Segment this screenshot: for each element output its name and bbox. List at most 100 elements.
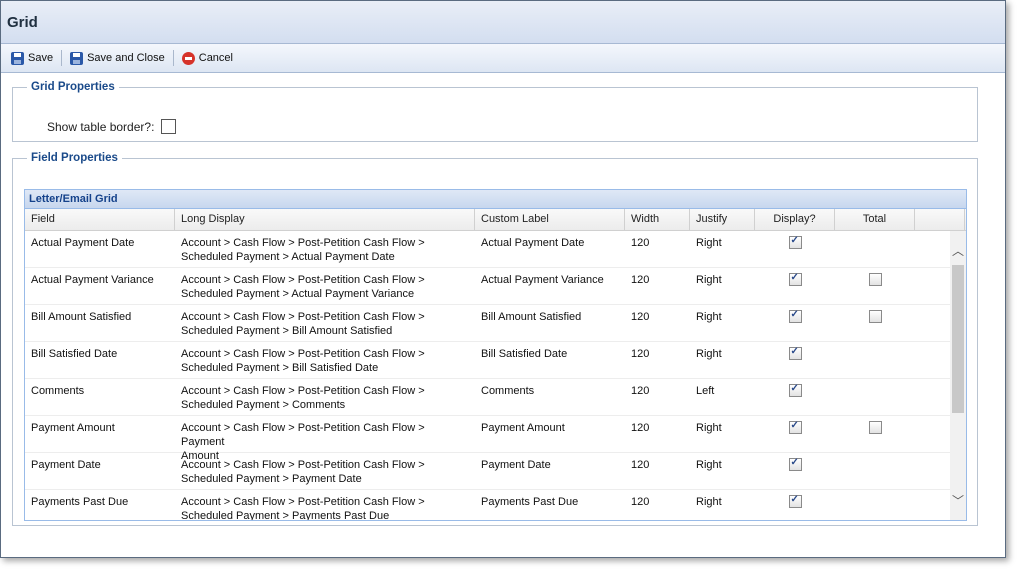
- grid-header: Field Long Display Custom Label Width Ju…: [25, 209, 966, 231]
- total-cell: [835, 379, 915, 415]
- chevron-up-icon[interactable]: ︿: [950, 241, 966, 261]
- long-display-line: Scheduled Payment > Actual Payment Varia…: [181, 288, 415, 300]
- field-cell: Actual Payment Date: [31, 237, 135, 249]
- display-checkbox[interactable]: [788, 419, 802, 434]
- floppy-disk-icon: [11, 51, 24, 65]
- total-cell: [835, 231, 915, 267]
- scrollbar-thumb[interactable]: [952, 265, 964, 413]
- display-cell: [755, 305, 835, 341]
- show-table-border-checkbox[interactable]: [161, 119, 177, 134]
- long-display-line: Scheduled Payment > Bill Satisfied Date: [181, 362, 379, 374]
- total-checkbox[interactable]: [868, 421, 882, 434]
- total-cell: [835, 305, 915, 341]
- long-display-line: Account > Cash Flow > Post-Petition Cash…: [181, 422, 425, 448]
- display-checkbox[interactable]: [788, 345, 802, 360]
- long-display-cell: Account > Cash Flow > Post-Petition Cash…: [175, 453, 475, 489]
- long-display-cell: Account > Cash Flow > Post-Petition Cash…: [175, 268, 475, 304]
- table-row[interactable]: Payments Past Due Account > Cash Flow > P…: [25, 490, 966, 521]
- panel-title: Letter/Email Grid: [25, 190, 966, 209]
- field-cell: Bill Satisfied Date: [31, 348, 118, 360]
- display-checkbox[interactable]: [788, 382, 802, 397]
- vertical-scrollbar[interactable]: ︿ ﹀: [950, 231, 966, 520]
- justify-cell: Left: [696, 385, 715, 397]
- field-cell: Payment Amount: [31, 422, 115, 434]
- long-display-cell: Account > Cash Flow > Post-Petition Cash…: [175, 416, 475, 462]
- custom-label-cell: Bill Amount Satisfied: [481, 311, 582, 323]
- table-row[interactable]: Bill Amount Satisfied Account > Cash Flow…: [25, 305, 966, 342]
- total-cell: [835, 268, 915, 304]
- show-table-border-row: Show table border?:: [47, 119, 177, 134]
- justify-cell: Right: [696, 237, 722, 249]
- show-table-border-label: Show table border?:: [47, 119, 155, 134]
- field-cell: Comments: [31, 385, 85, 397]
- long-display-cell: Account > Cash Flow > Post-Petition Cash…: [175, 342, 475, 378]
- column-header-custom-label[interactable]: Custom Label: [475, 209, 625, 230]
- long-display-line: Account > Cash Flow > Post-Petition Cash…: [181, 459, 425, 471]
- width-cell: 120: [631, 237, 650, 249]
- total-cell: [835, 453, 915, 489]
- field-cell: Payment Date: [31, 459, 101, 471]
- table-row[interactable]: Bill Satisfied Date Account > Cash Flow >…: [25, 342, 966, 379]
- toolbar-separator: [61, 50, 63, 66]
- display-checkbox[interactable]: [788, 271, 802, 286]
- column-header-justify[interactable]: Justify: [690, 209, 755, 230]
- long-display-line: Account > Cash Flow > Post-Petition Cash…: [181, 237, 425, 249]
- width-cell: 120: [631, 348, 650, 360]
- long-display-line: Account > Cash Flow > Post-Petition Cash…: [181, 348, 425, 360]
- custom-label-cell: Comments: [481, 385, 535, 397]
- long-display-line: Account > Cash Flow > Post-Petition Cash…: [181, 274, 425, 286]
- custom-label-cell: Bill Satisfied Date: [481, 348, 568, 360]
- table-row[interactable]: Actual Payment Date Account > Cash Flow >…: [25, 231, 966, 268]
- width-cell: 120: [631, 385, 650, 397]
- column-header-total[interactable]: Total: [835, 209, 915, 230]
- display-cell: [755, 342, 835, 378]
- column-header-long-display[interactable]: Long Display: [175, 209, 475, 230]
- save-and-close-button[interactable]: Save and Close: [66, 47, 169, 69]
- justify-cell: Right: [696, 459, 722, 471]
- total-cell: [835, 490, 915, 520]
- dialog-title: Grid: [7, 14, 38, 31]
- display-cell: [755, 268, 835, 304]
- custom-label-cell: Actual Payment Variance: [481, 274, 604, 286]
- display-cell: [755, 490, 835, 520]
- table-row[interactable]: Comments Account > Cash Flow > Post-Petit…: [25, 379, 966, 416]
- field-properties-legend: Field Properties: [31, 152, 118, 164]
- custom-label-cell: Actual Payment Date: [481, 237, 585, 249]
- title-bar: Grid: [1, 1, 1005, 44]
- column-header-display[interactable]: Display?: [755, 209, 835, 230]
- toolbar-separator: [172, 50, 174, 66]
- table-row[interactable]: Payment Date Account > Cash Flow > Post-P…: [25, 453, 966, 490]
- display-checkbox[interactable]: [788, 456, 802, 471]
- display-checkbox[interactable]: [788, 493, 802, 508]
- display-checkbox[interactable]: [788, 234, 802, 249]
- display-cell: [755, 416, 835, 452]
- long-display-line: Account > Cash Flow > Post-Petition Cash…: [181, 311, 425, 323]
- save-button[interactable]: Save: [7, 47, 57, 69]
- table-row[interactable]: Payment Amount Account > Cash Flow > Post…: [25, 416, 966, 462]
- grid-rows: Actual Payment Date Account > Cash Flow >…: [25, 231, 966, 521]
- chevron-down-icon[interactable]: ﹀: [950, 491, 966, 511]
- field-cell: Payments Past Due: [31, 496, 129, 508]
- long-display-line: Scheduled Payment > Payments Past Due: [181, 510, 390, 521]
- column-header-spacer: [915, 209, 965, 230]
- custom-label-cell: Payment Date: [481, 459, 551, 471]
- grid-body: Actual Payment Date Account > Cash Flow >…: [25, 231, 966, 521]
- column-header-width[interactable]: Width: [625, 209, 690, 230]
- display-checkbox[interactable]: [788, 308, 802, 323]
- justify-cell: Right: [696, 496, 722, 508]
- justify-cell: Right: [696, 274, 722, 286]
- table-row[interactable]: Actual Payment Variance Account > Cash Fl…: [25, 268, 966, 305]
- total-checkbox[interactable]: [868, 310, 882, 323]
- save-and-close-label: Save and Close: [87, 52, 165, 64]
- long-display-line: Account > Cash Flow > Post-Petition Cash…: [181, 496, 425, 508]
- column-header-field[interactable]: Field: [25, 209, 175, 230]
- floppy-disk-icon: [70, 51, 84, 65]
- display-cell: [755, 231, 835, 267]
- width-cell: 120: [631, 422, 650, 434]
- long-display-line: Account > Cash Flow > Post-Petition Cash…: [181, 385, 425, 397]
- cancel-button[interactable]: Cancel: [178, 47, 237, 69]
- total-cell: [835, 416, 915, 452]
- long-display-cell: Account > Cash Flow > Post-Petition Cash…: [175, 231, 475, 267]
- total-checkbox[interactable]: [868, 273, 882, 286]
- grid-dialog: Grid Save Save and Close Cancel Grid Pro…: [0, 0, 1006, 558]
